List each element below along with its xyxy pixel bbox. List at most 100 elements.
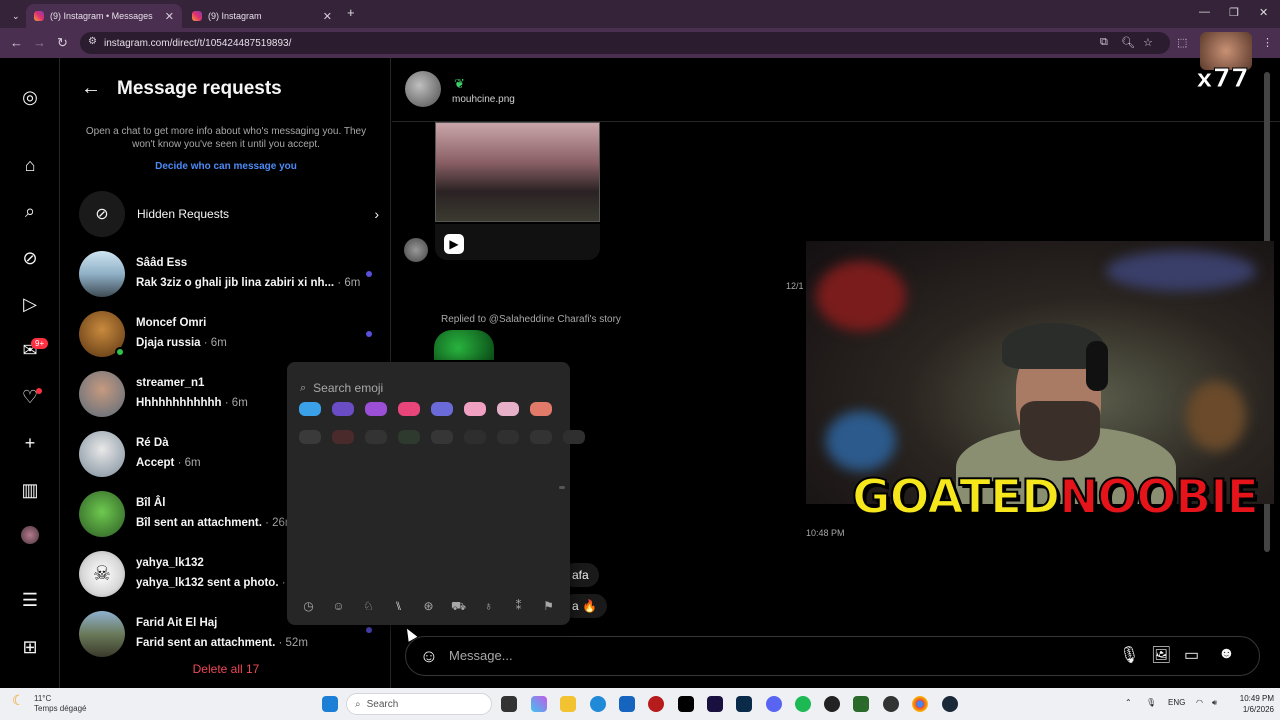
- more-menu-icon[interactable]: ☰: [19, 589, 41, 611]
- sticker-icon[interactable]: ☻: [1218, 645, 1235, 663]
- spotify-icon[interactable]: [795, 696, 811, 712]
- copilot-icon[interactable]: [531, 696, 547, 712]
- emoji-swatch[interactable]: [464, 402, 486, 416]
- emoji-swatch[interactable]: [332, 402, 354, 416]
- emoji-swatch[interactable]: [431, 402, 453, 416]
- contact-avatar[interactable]: [405, 71, 441, 107]
- emoji-swatch[interactable]: [365, 402, 387, 416]
- close-window-button[interactable]: ✕: [1259, 6, 1268, 19]
- emoji-swatch[interactable]: [299, 402, 321, 416]
- edge-icon[interactable]: [590, 696, 606, 712]
- emoji-swatch[interactable]: [530, 430, 552, 444]
- hidden-requests-row[interactable]: ⊘ Hidden Requests ›: [79, 191, 379, 237]
- reels-icon[interactable]: ▷: [19, 293, 41, 315]
- ball-icon[interactable]: ⊛: [419, 598, 438, 614]
- reload-icon[interactable]: ↻: [57, 35, 68, 51]
- emoji-swatch[interactable]: [431, 430, 453, 444]
- install-app-icon[interactable]: ⧉: [1100, 36, 1108, 49]
- flag-icon[interactable]: ⚑: [539, 598, 558, 614]
- home-icon[interactable]: ⌂: [19, 154, 41, 176]
- back-arrow-icon[interactable]: ←: [81, 77, 101, 100]
- photoshop-icon[interactable]: [736, 696, 752, 712]
- instagram-logo-icon[interactable]: ◎: [19, 86, 41, 108]
- url-bar[interactable]: ⚙ instagram.com/direct/t/105424487519893…: [80, 32, 1170, 54]
- emoji-swatch[interactable]: [299, 430, 321, 444]
- language-indicator[interactable]: ENG: [1168, 698, 1185, 707]
- task-view-icon[interactable]: [501, 696, 517, 712]
- microphone-icon[interactable]: 🎙︎: [1119, 645, 1139, 665]
- microphone-icon[interactable]: 🎙︎: [1146, 698, 1156, 707]
- minimize-button[interactable]: —: [1199, 6, 1210, 18]
- menu-dots-icon[interactable]: ⋮: [1262, 36, 1273, 49]
- decide-who-link[interactable]: Decide who can message you: [81, 161, 371, 172]
- emoji-swatch[interactable]: [563, 430, 585, 444]
- obs-icon[interactable]: [824, 696, 840, 712]
- shared-reel-image[interactable]: [435, 122, 600, 222]
- tab-instagram-messages[interactable]: (9) Instagram • Messages ✕: [26, 4, 182, 28]
- weather-widget[interactable]: ☾ 11°C Temps dégagé: [12, 693, 86, 714]
- maximize-button[interactable]: ❐: [1229, 6, 1239, 19]
- forward-icon[interactable]: →: [33, 35, 46, 50]
- create-icon[interactable]: +: [19, 432, 41, 454]
- volume-icon[interactable]: 🔊︎: [1212, 698, 1217, 708]
- request-item[interactable]: Sââd Ess Rak 3ziz o ghali jib lina zabir…: [79, 251, 384, 303]
- chrome-icon[interactable]: [912, 696, 928, 712]
- system-clock[interactable]: 10:49 PM 1/6/2026: [1230, 693, 1274, 715]
- picker-scrollbar[interactable]: [559, 486, 565, 489]
- close-tab-icon[interactable]: ✕: [165, 10, 174, 23]
- discord-icon[interactable]: [766, 696, 782, 712]
- close-tab-icon[interactable]: ✕: [323, 10, 332, 23]
- terminal-icon[interactable]: [853, 696, 869, 712]
- premiere-icon[interactable]: [707, 696, 723, 712]
- netflix-icon[interactable]: [678, 696, 694, 712]
- hidden-requests-label: Hidden Requests: [137, 207, 230, 221]
- request-name: streamer_n1: [136, 377, 205, 389]
- tab-instagram[interactable]: (9) Instagram ✕: [184, 4, 340, 28]
- app-icon[interactable]: [648, 696, 664, 712]
- site-info-icon[interactable]: ⚙: [88, 36, 97, 47]
- github-icon[interactable]: [883, 696, 899, 712]
- tab-list-button[interactable]: ⌄: [4, 4, 24, 28]
- request-item[interactable]: Moncef Omri Djaja russia · 6m: [79, 311, 384, 363]
- search-icon[interactable]: ⌕: [19, 200, 41, 222]
- steam-icon[interactable]: [942, 696, 958, 712]
- bulb-icon[interactable]: ♁: [479, 598, 498, 614]
- smiley-icon[interactable]: ☺: [329, 598, 348, 614]
- dashboard-icon[interactable]: ▥: [19, 479, 41, 501]
- emoji-swatch[interactable]: [464, 430, 486, 444]
- back-icon[interactable]: ←: [10, 35, 23, 50]
- gallery-icon[interactable]: 🖼︎: [1151, 645, 1171, 665]
- clock-icon[interactable]: ◷: [299, 598, 318, 614]
- contact-name[interactable]: mouhcine.png: [452, 94, 515, 105]
- emoji-swatch[interactable]: [332, 430, 354, 444]
- threads-apps-icon[interactable]: ⊞: [19, 636, 41, 658]
- zoom-icon[interactable]: 🔍︎: [1121, 36, 1135, 49]
- emoji-swatch[interactable]: [398, 402, 420, 416]
- car-icon[interactable]: ⛟: [449, 598, 468, 614]
- profile-avatar-icon[interactable]: [19, 526, 41, 548]
- food-icon[interactable]: ⑊: [389, 598, 408, 614]
- delete-all-button[interactable]: Delete all 17: [61, 662, 391, 676]
- story-thumbnail[interactable]: [434, 330, 494, 360]
- emoji-swatch[interactable]: [497, 430, 519, 444]
- taskbar-search[interactable]: ⌕ Search: [346, 693, 492, 715]
- emoji-swatch[interactable]: [398, 430, 420, 444]
- new-tab-button[interactable]: +: [347, 5, 355, 20]
- chevron-up-icon[interactable]: ⌃: [1125, 698, 1132, 707]
- store-icon[interactable]: [619, 696, 635, 712]
- animal-icon[interactable]: ♘: [359, 598, 378, 614]
- emoji-swatch[interactable]: [497, 402, 519, 416]
- emoji-button-icon[interactable]: ☺: [418, 645, 440, 667]
- gif-icon[interactable]: ▭: [1184, 645, 1199, 665]
- file-explorer-icon[interactable]: [560, 696, 576, 712]
- symbols-icon[interactable]: ⁑: [509, 598, 528, 614]
- windows-start-icon[interactable]: [322, 696, 338, 712]
- explore-icon[interactable]: ⊘: [19, 247, 41, 269]
- extensions-icon[interactable]: ⬚: [1177, 36, 1187, 49]
- emoji-search-input[interactable]: ⌕ Search emoji: [300, 376, 557, 400]
- bookmark-star-icon[interactable]: ☆: [1143, 36, 1153, 49]
- emoji-swatch[interactable]: [530, 402, 552, 416]
- wifi-icon[interactable]: ◠: [1196, 698, 1203, 707]
- message-input[interactable]: Message...: [449, 648, 513, 663]
- emoji-swatch[interactable]: [365, 430, 387, 444]
